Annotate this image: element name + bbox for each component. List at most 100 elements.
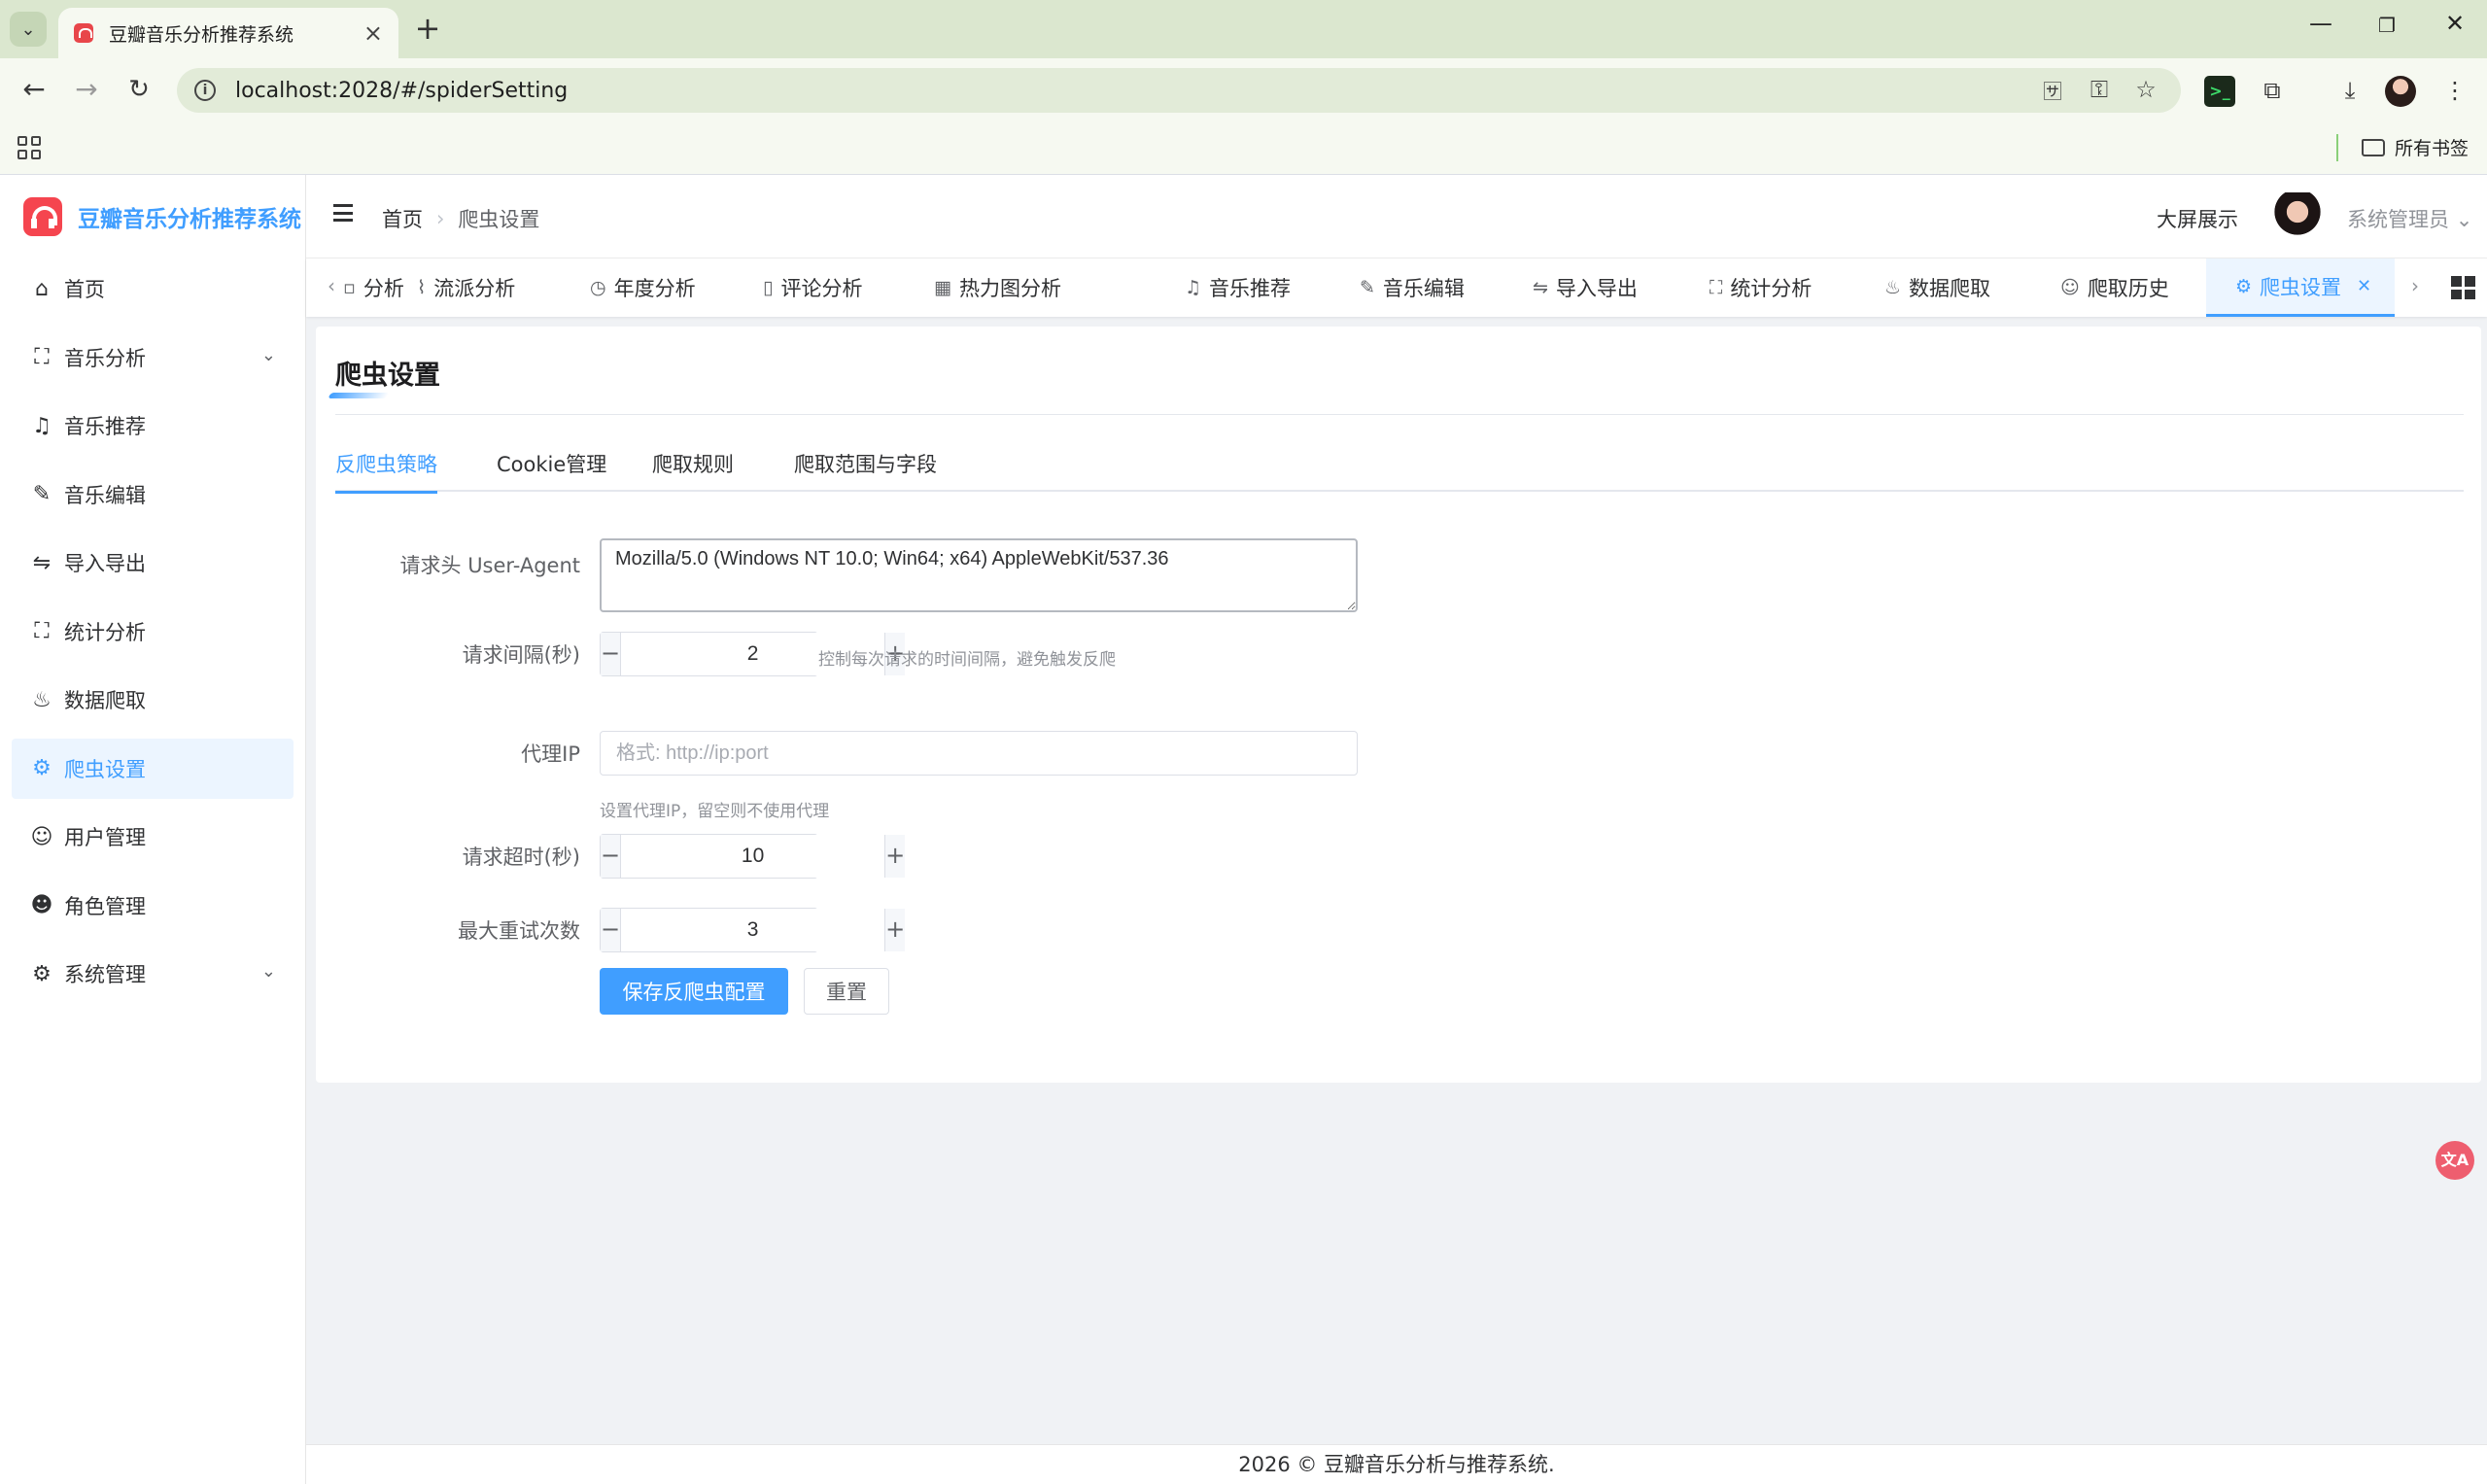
sidebar-item-spider-setting[interactable]: ⚙ 爬虫设置 — [12, 738, 294, 799]
close-icon[interactable]: ✕ — [2357, 276, 2371, 296]
folder-icon — [2362, 138, 2385, 156]
chevron-left-icon[interactable]: ‹ — [328, 274, 335, 297]
tag-label: 热力图分析 — [958, 277, 1061, 300]
interval-decrease-button[interactable]: − — [601, 633, 622, 675]
tags-menu-grid-icon[interactable] — [2451, 276, 2475, 299]
hamburger-icon[interactable] — [333, 204, 353, 222]
sidebar-item-role-manage[interactable]: ☻ 角色管理 — [12, 876, 294, 936]
tag-label: 爬虫设置 — [2260, 275, 2342, 299]
tag-statistics[interactable]: ⛶ 统计分析 — [1710, 259, 1812, 317]
switch-icon: ⇋ — [1533, 277, 1548, 298]
star-icon[interactable]: ☆ — [2130, 76, 2161, 103]
proxy-input[interactable] — [600, 731, 1358, 776]
grid-icon: ▦ — [934, 277, 951, 298]
sidebar-item-label: 首页 — [64, 278, 105, 301]
tag-data-crawl[interactable]: ♨ 数据爬取 — [1884, 259, 1990, 317]
restore-icon[interactable]: ❐ — [2367, 14, 2406, 37]
tag-music-edit[interactable]: ✎ 音乐编辑 — [1360, 259, 1465, 317]
tab-cookie[interactable]: Cookie管理 — [497, 449, 606, 492]
floating-translate-icon[interactable]: 文A — [2435, 1141, 2474, 1180]
info-icon[interactable]: i — [194, 80, 216, 101]
sidebar-item-data-crawl[interactable]: ♨ 数据爬取 — [12, 670, 294, 730]
settings-card: 爬虫设置 反爬虫策略 Cookie管理 爬取规则 爬取范围与字段 请求头 Use… — [316, 327, 2481, 1083]
timeout-input[interactable] — [621, 835, 885, 878]
logo[interactable]: 豆瓣音乐分析推荐系统 — [0, 175, 305, 259]
save-config-button[interactable]: 保存反爬虫配置 — [600, 968, 788, 1015]
retries-label: 最大重试次数 — [458, 919, 580, 943]
tag-music-recommend[interactable]: ♫ 音乐推荐 — [1185, 259, 1291, 317]
user-name: 系统管理员 — [2347, 208, 2449, 231]
sidebar-item-home[interactable]: ⌂ 首页 — [12, 259, 294, 319]
tab-search-button[interactable]: ⌄ — [10, 12, 47, 47]
tag-genre-analysis[interactable]: ⌇ 流派分析 — [417, 259, 515, 317]
minimize-icon[interactable]: — — [2301, 10, 2340, 37]
sidebar-item-user-manage[interactable]: ☺ 用户管理 — [12, 807, 294, 867]
avatar[interactable] — [2273, 192, 2322, 241]
browser-tab[interactable]: 豆瓣音乐分析推荐系统 × — [58, 8, 398, 58]
tag-label: 统计分析 — [1730, 277, 1813, 300]
bookmarks-separator — [2336, 134, 2338, 161]
tag-label: 爬取历史 — [2087, 277, 2169, 300]
timeout-decrease-button[interactable]: − — [601, 835, 622, 878]
translate-icon[interactable]: 🈂 — [2037, 76, 2068, 104]
interval-hint: 控制每次请求的时间间隔，避免触发反爬 — [818, 650, 1116, 670]
back-arrow-icon[interactable]: ← — [17, 74, 51, 107]
puzzle-icon[interactable]: ⧉ — [2257, 76, 2288, 107]
sidebar-item-label: 音乐编辑 — [64, 483, 146, 507]
tag-comment-analysis[interactable]: ▯ 评论分析 — [763, 259, 862, 317]
sidebar-item-music-analysis[interactable]: ⛶ 音乐分析 ⌄ — [12, 328, 294, 388]
browser-toolbar: ← → ↻ i localhost:2028/#/spiderSetting 🈂… — [0, 58, 2487, 122]
sidebar-item-import-export[interactable]: ⇋ 导入导出 — [12, 533, 294, 593]
tag-import-export[interactable]: ⇋ 导入导出 — [1533, 259, 1638, 317]
tag-crawl-history[interactable]: ☺ 爬取历史 — [2060, 259, 2169, 317]
tag-analysis[interactable]: ▫ 分析 — [343, 259, 404, 317]
tag-heatmap-analysis[interactable]: ▦ 热力图分析 — [934, 259, 1061, 317]
home-icon: ⌂ — [35, 276, 49, 301]
forward-arrow-icon[interactable]: → — [70, 74, 103, 107]
address-bar[interactable]: i localhost:2028/#/spiderSetting 🈂 ⚿ ☆ — [177, 68, 2181, 113]
chevron-right-icon[interactable]: › — [2411, 274, 2419, 297]
tag-year-analysis[interactable]: ◷ 年度分析 — [590, 259, 696, 317]
more-vertical-icon[interactable]: ⋮ — [2439, 76, 2470, 107]
browser-tab-title: 豆瓣音乐分析推荐系统 — [109, 23, 294, 46]
sidebar-item-music-edit[interactable]: ✎ 音乐编辑 — [12, 465, 294, 525]
close-window-icon[interactable]: ✕ — [2435, 10, 2474, 37]
setting-icon: ⚙ — [2235, 275, 2253, 297]
retries-input[interactable] — [621, 909, 885, 951]
tag-label: 数据爬取 — [1909, 277, 1991, 300]
terminal-extension-icon[interactable]: >_ — [2204, 76, 2235, 107]
download-icon[interactable]: ⤓ — [2334, 76, 2366, 107]
key-icon[interactable]: ⚿ — [2084, 76, 2115, 103]
setting-icon: ⚙ — [32, 961, 52, 986]
footer: 2026 © 豆瓣音乐分析与推荐系统. — [306, 1444, 2487, 1484]
tab-crawl-rules[interactable]: 爬取规则 — [652, 449, 734, 492]
sidebar-item-system-manage[interactable]: ⚙ 系统管理 ⌄ — [12, 944, 294, 1004]
tab-crawl-scope[interactable]: 爬取范围与字段 — [794, 449, 937, 492]
profile-avatar[interactable] — [2385, 76, 2416, 107]
tags-view: ‹ ▫ 分析 ⌇ 流派分析 ◷ 年度分析 ▯ 评论分析 ▦ 热力图分析 ♫ 音乐推荐 ✎ 音乐… — [306, 259, 2487, 317]
tag-label: 分析 — [363, 277, 404, 300]
sidebar-item-statistics[interactable]: ⛶ 统计分析 — [12, 602, 294, 662]
big-screen-link[interactable]: 大屏展示 — [2157, 204, 2238, 233]
setting-icon: ⚙ — [32, 756, 52, 780]
tag-spider-setting[interactable]: ⚙ 爬虫设置 ✕ — [2206, 259, 2396, 317]
sidebar-item-music-recommend[interactable]: ♫ 音乐推荐 — [12, 396, 294, 456]
presentation-icon: ⛶ — [34, 619, 50, 643]
close-icon[interactable]: × — [363, 19, 383, 47]
retries-decrease-button[interactable]: − — [601, 909, 622, 951]
favicon-icon — [74, 23, 93, 43]
sidebar-item-label: 统计分析 — [64, 620, 146, 644]
reset-button[interactable]: 重置 — [804, 968, 889, 1015]
user-icon: ☺ — [30, 824, 53, 849]
breadcrumb-home[interactable]: 首页 — [382, 204, 423, 233]
user-agent-textarea[interactable] — [600, 538, 1358, 612]
user-dropdown[interactable]: 系统管理员 ⌄ — [2347, 204, 2472, 233]
timeout-increase-button[interactable]: + — [884, 835, 906, 878]
apps-grid-icon[interactable] — [17, 136, 41, 159]
all-bookmarks-button[interactable]: 所有书签 — [2362, 134, 2469, 160]
tab-anti-crawl[interactable]: 反爬虫策略 — [335, 449, 437, 494]
retries-increase-button[interactable]: + — [884, 909, 906, 951]
reload-icon[interactable]: ↻ — [122, 74, 155, 107]
new-tab-button[interactable]: + — [410, 12, 445, 47]
timeout-label: 请求超时(秒) — [462, 846, 580, 869]
